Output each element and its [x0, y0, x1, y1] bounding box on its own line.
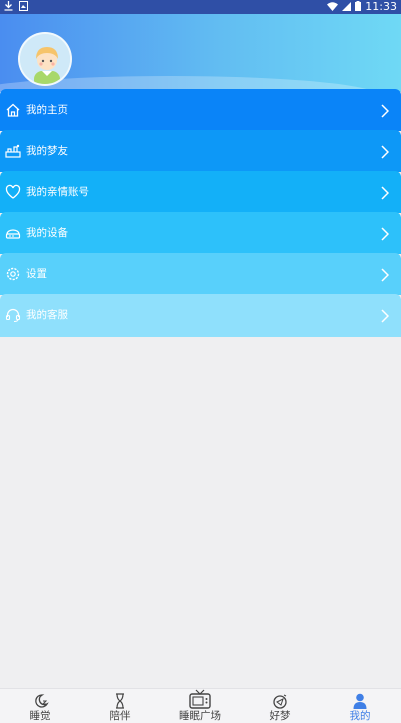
bottom-tab-bar: 睡觉 陪伴 睡眠广场 好梦 我的 — [0, 688, 401, 723]
hourglass-icon — [110, 693, 130, 709]
tab-2[interactable]: 陪伴 — [80, 689, 160, 723]
tab-label: 睡眠广场 — [179, 710, 221, 722]
wifi-icon — [327, 1, 339, 14]
heart-icon — [5, 184, 21, 200]
chevron-right-icon — [381, 226, 390, 241]
menu-item-1[interactable]: 我的主页 — [0, 89, 401, 131]
image-icon — [19, 0, 28, 14]
tab-3[interactable]: 睡眠广场 — [160, 689, 240, 723]
device-icon — [5, 225, 21, 241]
menu-item-5[interactable]: 设置 — [0, 253, 401, 295]
menu-item-label: 我的主页 — [26, 104, 68, 116]
tab-1[interactable]: 睡觉 — [0, 689, 80, 723]
dream-icon — [270, 693, 290, 709]
download-icon — [4, 0, 13, 14]
friends-icon — [5, 143, 21, 159]
signal-icon — [342, 1, 352, 14]
tv-icon — [189, 689, 211, 709]
home-icon — [5, 102, 21, 118]
status-bar: 11:33 — [0, 0, 401, 14]
moon-icon — [30, 693, 50, 709]
tab-4[interactable]: 好梦 — [240, 689, 320, 723]
chevron-right-icon — [381, 103, 390, 118]
battery-icon — [355, 0, 362, 14]
menu-item-label: 我的客服 — [26, 309, 68, 321]
chevron-right-icon — [381, 267, 390, 282]
tab-5[interactable]: 我的 — [320, 689, 400, 723]
chevron-right-icon — [381, 308, 390, 323]
menu-item-label: 我的设备 — [26, 227, 68, 239]
menu-item-3[interactable]: 我的亲情账号 — [0, 171, 401, 213]
menu-item-label: 我的亲情账号 — [26, 186, 89, 198]
tab-label: 我的 — [349, 710, 371, 722]
menu-item-label: 我的梦友 — [26, 145, 68, 157]
tab-label: 陪伴 — [109, 710, 131, 722]
tab-label: 好梦 — [269, 710, 291, 722]
person-icon — [350, 693, 370, 709]
child-avatar-icon[interactable] — [18, 32, 72, 86]
gear-icon — [5, 266, 21, 282]
menu-item-6[interactable]: 我的客服 — [0, 294, 401, 337]
chevron-right-icon — [381, 144, 390, 159]
headset-icon — [5, 307, 21, 323]
status-time: 11:33 — [365, 0, 397, 13]
chevron-right-icon — [381, 185, 390, 200]
tab-label: 睡觉 — [29, 710, 51, 722]
profile-menu: 我的主页我的梦友我的亲情账号 我的设备设置我的客服 — [0, 89, 401, 337]
menu-item-2[interactable]: 我的梦友 — [0, 130, 401, 172]
profile-header — [0, 14, 401, 92]
menu-item-label: 设置 — [26, 268, 47, 280]
menu-item-4[interactable]: 我的设备 — [0, 212, 401, 254]
